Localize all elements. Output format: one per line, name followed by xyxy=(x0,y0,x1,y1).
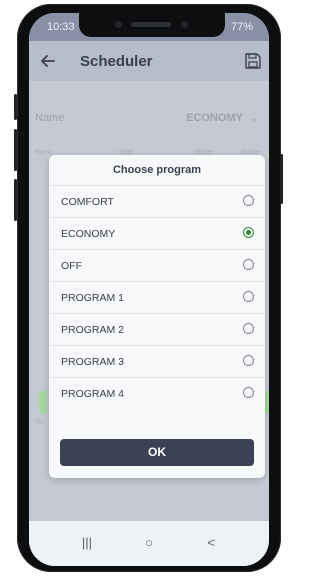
option-off[interactable]: OFF xyxy=(49,249,265,281)
option-label: PROGRAM 2 xyxy=(61,324,125,336)
timeline-bar-left xyxy=(39,391,47,413)
name-value: ECONOMY xyxy=(186,112,243,124)
camera-notch xyxy=(79,13,225,37)
option-label: PROGRAM 1 xyxy=(61,292,125,304)
radio-button-selected[interactable] xyxy=(243,227,254,238)
radio-button[interactable] xyxy=(243,355,254,366)
radio-button[interactable] xyxy=(243,259,254,270)
chevron-down-icon: ⌄ xyxy=(250,113,259,124)
camera-icon xyxy=(115,21,122,28)
arrow-left-icon[interactable] xyxy=(38,51,58,71)
status-battery: 77% xyxy=(230,21,253,33)
home-icon[interactable]: ○ xyxy=(139,535,159,551)
option-program-4[interactable]: PROGRAM 4 xyxy=(49,377,265,409)
radio-button[interactable] xyxy=(243,195,254,206)
radio-button[interactable] xyxy=(243,323,254,334)
option-label: ECONOMY xyxy=(61,228,116,240)
radio-button[interactable] xyxy=(243,387,254,398)
system-nav-bar: ||| ○ < xyxy=(29,521,269,566)
option-economy[interactable]: ECONOMY xyxy=(49,217,265,249)
ok-button[interactable]: OK xyxy=(60,439,254,466)
back-icon[interactable]: < xyxy=(201,535,221,551)
option-program-1[interactable]: PROGRAM 1 xyxy=(49,281,265,313)
radio-button[interactable] xyxy=(243,291,254,302)
bixby-button xyxy=(14,179,17,221)
page-title: Scheduler xyxy=(80,53,153,70)
option-comfort[interactable]: COMFORT xyxy=(49,185,265,217)
choose-program-dialog: Choose program COMFORT ECONOMY OFF PROGR… xyxy=(49,155,265,478)
option-label: PROGRAM 3 xyxy=(61,356,125,368)
option-program-2[interactable]: PROGRAM 2 xyxy=(49,313,265,345)
recents-icon[interactable]: ||| xyxy=(77,535,97,551)
app-bar: Scheduler xyxy=(29,41,269,81)
option-label: PROGRAM 4 xyxy=(61,388,125,400)
timeline-start: 00 xyxy=(35,419,43,426)
status-time: 10:33 xyxy=(47,21,75,33)
sensor-icon xyxy=(181,21,188,28)
option-program-3[interactable]: PROGRAM 3 xyxy=(49,345,265,377)
name-label: Name xyxy=(35,112,65,124)
floppy-disk-icon[interactable] xyxy=(243,51,263,71)
name-row[interactable]: Name ECONOMY ⌄ xyxy=(29,101,269,135)
earpiece-speaker xyxy=(131,22,171,27)
option-label: OFF xyxy=(61,260,82,272)
power-button xyxy=(280,154,283,204)
dialog-title: Choose program xyxy=(112,164,201,176)
option-label: COMFORT xyxy=(61,196,114,208)
volume-up-button xyxy=(14,94,17,120)
volume-down-button xyxy=(14,129,17,171)
phone-screen: 10:33 77% Scheduler Name ECONOMY ⌄ Band … xyxy=(29,13,269,566)
